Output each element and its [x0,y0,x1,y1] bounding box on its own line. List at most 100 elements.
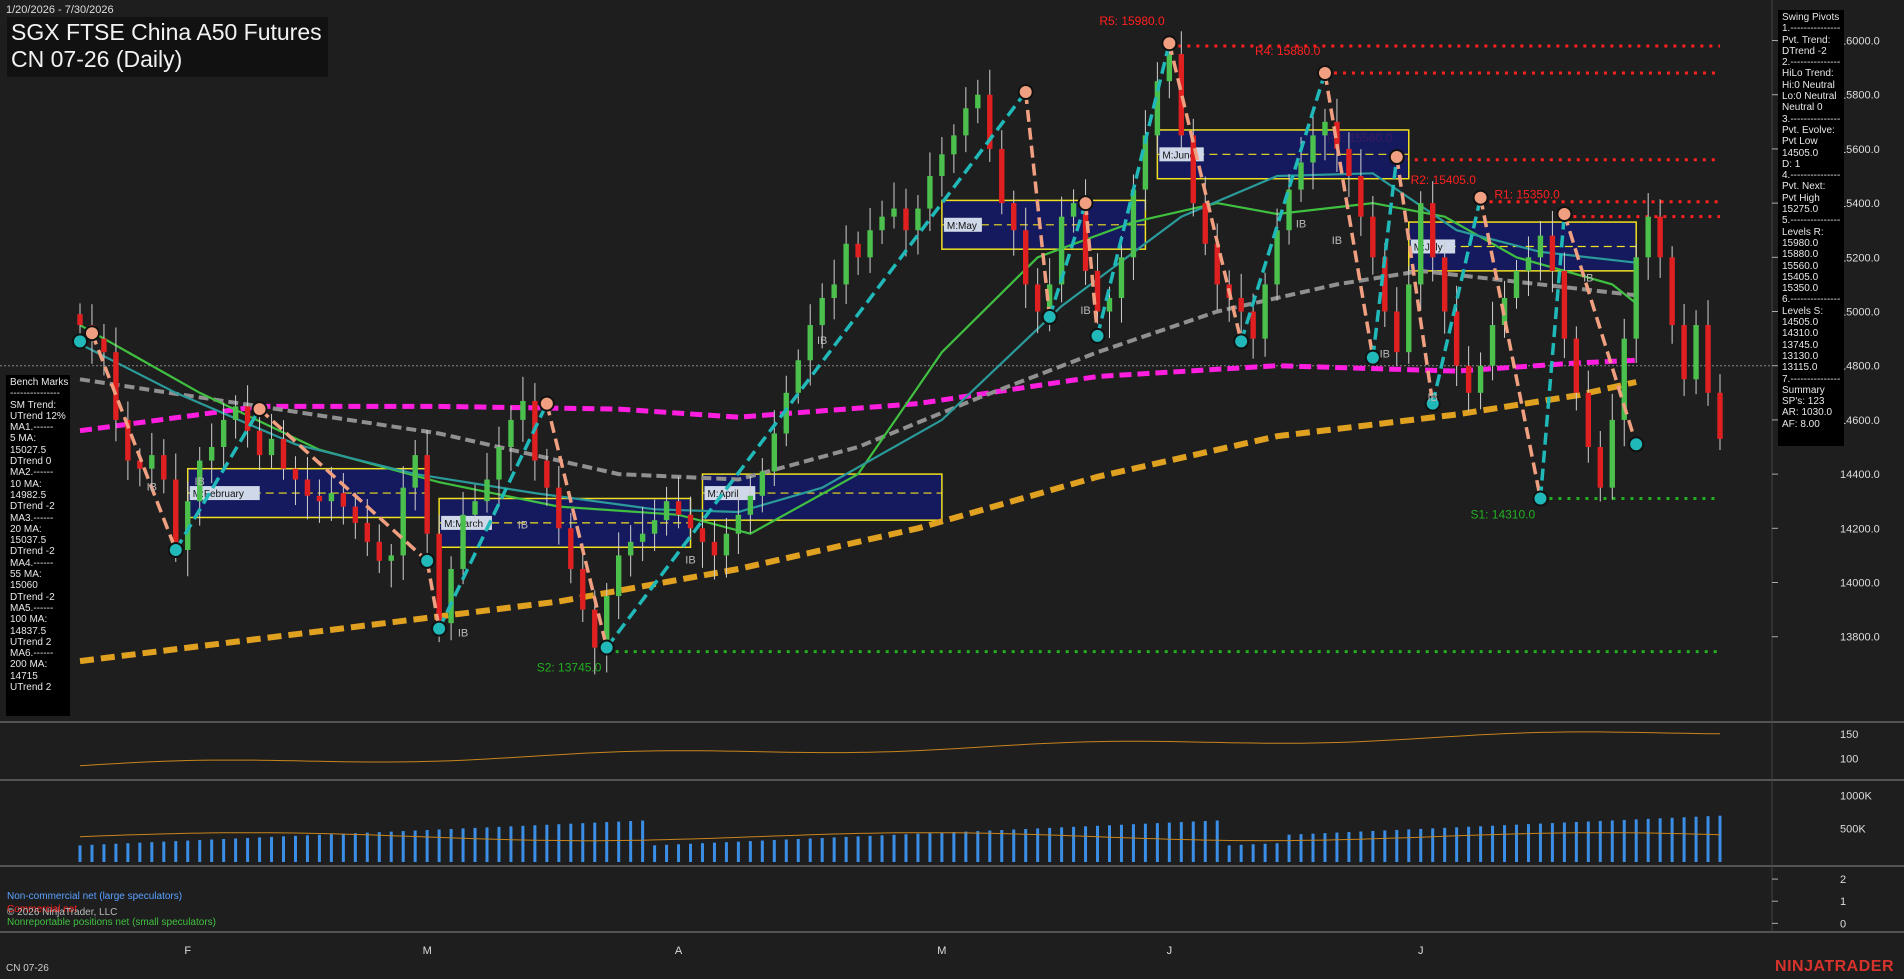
swing-pivots-line: 15980.0 [1782,237,1819,249]
volume-bar [102,844,106,862]
candle-body [1585,392,1592,448]
volume-bar [150,842,154,862]
swing-pivots-line: HiLo Trend: [1782,68,1834,80]
volume-bar [509,826,513,862]
volume-bar [988,830,992,862]
bench-marks-line: 20 MA: [10,523,42,535]
volume-bar [282,836,286,862]
swing-point [1017,84,1034,101]
volume-bar [1119,824,1123,862]
volume-bar [1634,819,1638,862]
volume-bar [760,840,764,862]
candle-body [1034,284,1041,312]
volume-bar [569,823,573,862]
volume-bar [605,822,609,862]
y-tick-label: 15200.0 [1840,252,1880,264]
candle-body [891,208,897,217]
volume-bar [545,824,549,862]
swing-pivots-line: 1.--------------- [1782,23,1841,35]
candle-body [1465,365,1472,393]
volume-bar [329,834,333,862]
cot-legend: Non-commercial net (large speculators) C… [7,890,216,929]
swing-pivots-line: DTrend -2 [1782,45,1827,57]
candle-body [1489,325,1496,366]
candle-body [1094,270,1101,312]
x-tick-label: M [937,945,946,957]
volume-bar [1347,832,1351,862]
volume-bar [952,832,956,862]
swing-line [1239,72,1327,342]
candle-body [208,447,215,461]
volume-bar [1263,843,1267,862]
candle-body [723,533,730,556]
volume-bar [1503,825,1507,862]
candle-body [699,528,706,542]
volume-bar [437,829,441,862]
support-label: S2: 13745.0 [537,661,602,675]
volume-bar [1562,822,1566,862]
ib-label: IB [458,628,468,640]
candle-body [831,284,837,298]
volume-bar [234,838,238,862]
volume-bar [198,840,202,862]
candle-body [1573,338,1580,393]
candle-body [149,455,155,469]
volume-bar [700,843,704,862]
bench-marks-line: DTrend -2 [10,501,55,513]
volume-bar [138,842,142,862]
candle-body [747,495,754,515]
volume-bar [1143,823,1147,862]
candle-body [615,555,622,597]
candle-body [412,455,418,488]
cot-tick-label: 0 [1840,918,1846,930]
volume-bar [353,833,357,862]
volume-bar [1670,817,1674,862]
volume-bar [1431,828,1435,862]
volume-bar [1682,817,1686,862]
candle-body [1406,284,1412,353]
bench-marks-line: 55 MA: [10,569,42,581]
candle-body [580,568,586,610]
candle-body [759,471,766,496]
swing-point [1364,349,1381,366]
candle-body [1669,257,1675,326]
bench-marks-line: 14715 [10,670,38,682]
volume-bar [1299,834,1303,862]
volume-bar [593,822,597,862]
volume-bar [1323,833,1327,862]
y-tick-label: 14000.0 [1840,578,1880,590]
resistance-label: R5: 15980.0 [1099,14,1165,28]
candle-body [735,514,742,534]
volume-bar [868,835,872,862]
swing-pivots-line: Pvt. Evolve: [1782,124,1835,136]
y-tick-label: 14600.0 [1840,415,1880,427]
chart-canvas[interactable]: 13800.0 14000.0 14200.0 14400.0 14600.0 14800… [0,0,1904,979]
volume-bar [1371,830,1375,862]
candle-body [807,325,813,361]
candle-body [1023,230,1029,285]
candle-body [316,495,323,502]
volume-bar [1072,826,1076,862]
value-area-label: M:May [947,221,977,232]
resistance-label: R1: 15350.0 [1494,188,1560,202]
value-area-label: M:April [707,489,738,500]
volume-bar [1191,821,1195,862]
volume-bar [1000,830,1004,862]
candle-body [544,460,550,488]
candle-body [867,230,873,258]
bench-marks-line: MA4.------ [10,557,54,569]
chart-title-line1: SGX FTSE China A50 Futures [11,19,322,45]
volume-bar [1419,828,1423,862]
moving-average-line [79,379,1637,665]
swing-pivots-line: 2.--------------- [1782,57,1841,69]
swing-line [1167,42,1243,342]
ib-label: IB [1583,273,1593,285]
volume-bar [1215,820,1219,862]
candle-body [1238,297,1244,312]
volume-bar [976,831,980,862]
volume-bar [772,840,776,862]
volume-bar [832,837,836,862]
swing-point [1556,205,1573,222]
candle-body [855,243,861,258]
candle-body [1190,135,1196,204]
